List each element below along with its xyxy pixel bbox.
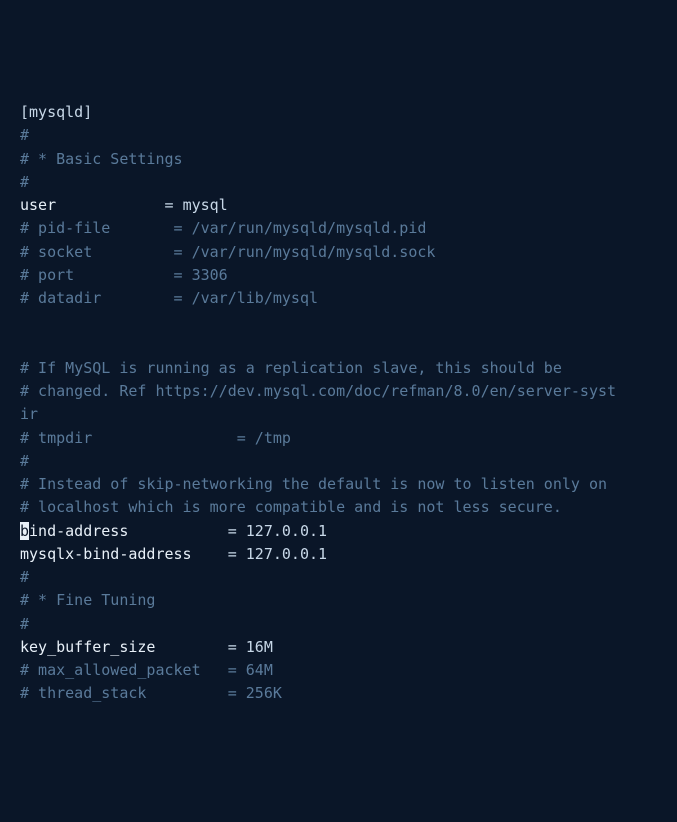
setting-value: 127.0.0.1 xyxy=(246,545,327,563)
equals: = xyxy=(228,545,246,563)
setting-value: 127.0.0.1 xyxy=(246,522,327,540)
comment-line: # datadir = /var/lib/mysql xyxy=(20,287,677,310)
setting-key: ind-address xyxy=(29,522,228,540)
comment-line: # If MySQL is running as a replication s… xyxy=(20,357,677,380)
comment-line: # socket = /var/run/mysqld/mysqld.sock xyxy=(20,241,677,264)
setting-key: key_buffer_size xyxy=(20,638,228,656)
config-setting-bind-address: bind-address = 127.0.0.1 xyxy=(20,520,677,543)
blank-line xyxy=(20,310,677,333)
comment-line: # thread_stack = 256K xyxy=(20,682,677,705)
comment-line: # changed. Ref https://dev.mysql.com/doc… xyxy=(20,380,677,403)
comment-line: # xyxy=(20,566,677,589)
setting-key: mysqlx-bind-address xyxy=(20,545,228,563)
comment-line: # tmpdir = /tmp xyxy=(20,427,677,450)
comment-line: # max_allowed_packet = 64M xyxy=(20,659,677,682)
comment-line: # xyxy=(20,613,677,636)
setting-key: user xyxy=(20,196,165,214)
comment-line: # xyxy=(20,450,677,473)
comment-line: ir xyxy=(20,403,677,426)
config-setting-user: user = mysql xyxy=(20,194,677,217)
equals: = xyxy=(228,638,246,656)
setting-value: mysql xyxy=(183,196,228,214)
comment-line: # Instead of skip-networking the default… xyxy=(20,473,677,496)
editor-cursor: b xyxy=(20,522,29,540)
comment-line: # xyxy=(20,124,677,147)
comment-line: # port = 3306 xyxy=(20,264,677,287)
blank-line xyxy=(20,334,677,357)
comment-line: # xyxy=(20,171,677,194)
config-setting-mysqlx-bind: mysqlx-bind-address = 127.0.0.1 xyxy=(20,543,677,566)
section-header: [mysqld] xyxy=(20,101,677,124)
equals: = xyxy=(165,196,183,214)
comment-line: # * Basic Settings xyxy=(20,148,677,171)
comment-line: # pid-file = /var/run/mysqld/mysqld.pid xyxy=(20,217,677,240)
setting-value: 16M xyxy=(246,638,273,656)
equals: = xyxy=(228,522,246,540)
config-setting-key-buffer: key_buffer_size = 16M xyxy=(20,636,677,659)
terminal-editor[interactable]: [mysqld]## * Basic Settings#user = mysql… xyxy=(20,101,677,706)
comment-line: # localhost which is more compatible and… xyxy=(20,496,677,519)
comment-line: # * Fine Tuning xyxy=(20,589,677,612)
